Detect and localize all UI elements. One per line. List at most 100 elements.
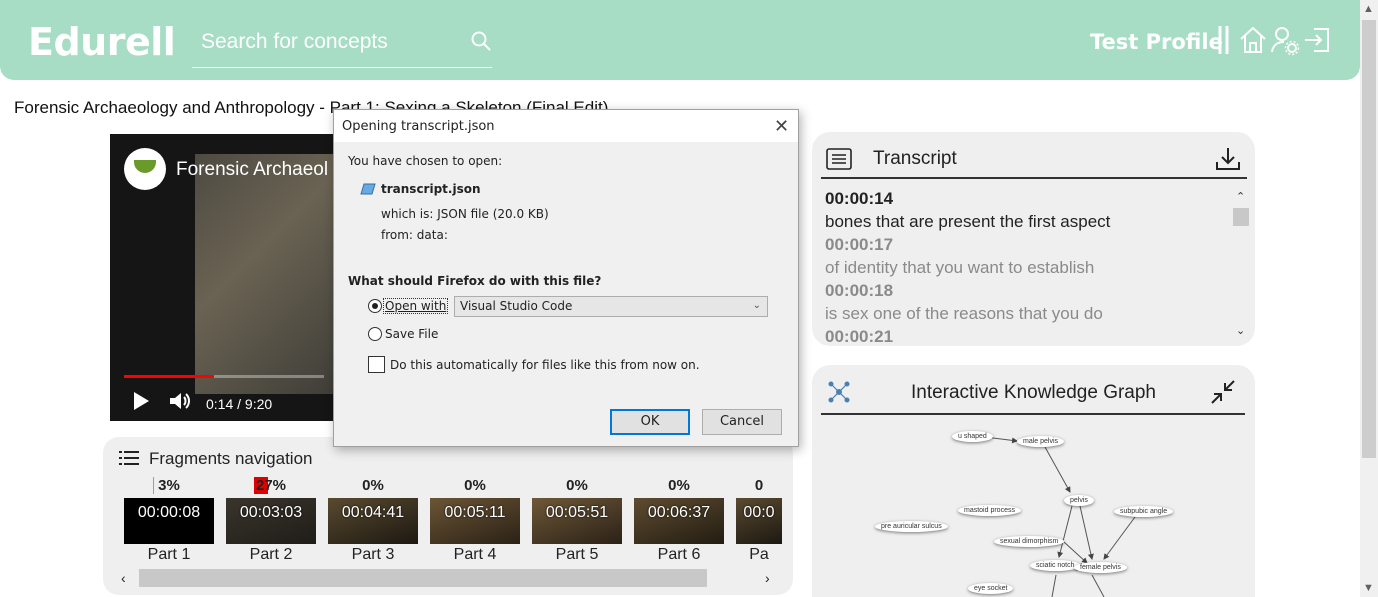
profile-name[interactable]: Test Profile [1090,30,1223,54]
dialog-file-type: which is: JSON file (20.0 KB) [381,207,549,221]
fragment-label: Part 5 [555,546,599,563]
fragment-time: 00:06:37 [647,504,711,521]
open-with-app-value: Visual Studio Code [460,299,573,313]
open-with-app-select[interactable]: Visual Studio Code ⌄ [454,296,768,317]
dialog-question: What should Firefox do with this file? [348,274,602,288]
fragment-label: Part 6 [657,546,701,563]
chevron-up-icon[interactable]: ⌃ [1236,190,1245,203]
open-with-radio[interactable] [368,299,382,313]
save-file-radio[interactable] [368,327,382,341]
fragment-thumbnail[interactable]: 00:06:37 [634,498,724,544]
fragment-percent: 3% [124,477,214,494]
video-player[interactable]: Forensic Archaeol 0:14 / 9:20 [110,134,342,421]
search-input[interactable]: Search for concepts [201,30,388,54]
fragment-percent: 0 [754,477,764,494]
fragment-thumbnail[interactable]: 00:00:08 [124,498,214,544]
transcript-timestamp[interactable]: 00:00:17 [825,235,893,255]
graph-node[interactable]: subpubic angle [1114,506,1174,517]
video-progress-fill [124,375,214,378]
graph-node[interactable]: male pelvis [1017,436,1065,447]
auto-action-label[interactable]: Do this automatically for files like thi… [390,358,700,372]
transcript-timestamp[interactable]: 00:00:14 [825,189,893,209]
page-scrollbar-thumb[interactable] [1362,20,1376,458]
graph-node[interactable]: pelvis [1064,495,1094,506]
chevron-down-icon[interactable]: ⌄ [753,300,761,311]
transcript-text: bones that are present the first aspect [825,212,1111,231]
fragment-label: Pa [749,546,769,563]
graph-node[interactable]: mastoid process [958,505,1021,516]
video-time: 0:14 / 9:20 [206,396,273,412]
fragment-time: 00:00:08 [137,504,201,521]
fragment-thumbnail[interactable]: 00:05:11 [430,498,520,544]
fragments-title: Fragments navigation [149,449,313,468]
transcript-text: is sex one of the reasons that you do [825,304,1103,323]
video-overlay-title[interactable]: Forensic Archaeol [176,159,328,181]
page-scrollbar[interactable]: ▲ ▼ [1360,0,1378,597]
dialog-titlebar[interactable]: Opening transcript.json ✕ [334,110,798,142]
fragment-time: 00:05:11 [444,504,506,521]
dialog-title: Opening transcript.json [342,119,495,134]
fragment-time: 00:0 [743,504,775,521]
graph-node[interactable]: eye socket [968,583,1014,594]
close-icon[interactable]: ✕ [774,116,789,137]
fragments-scrollbar[interactable]: ‹ › [117,569,773,587]
fragment-percent: 0% [566,477,588,494]
graph-node[interactable]: sexual dimorphism [994,536,1065,547]
list-icon [119,451,139,465]
graph-node[interactable]: female pelvis [1074,562,1127,573]
knowledge-graph-panel: Interactive Knowledge Graph u shaped mal… [812,365,1255,597]
home-icon[interactable] [1238,24,1268,56]
fragment-percent: 27% [226,477,316,494]
fragments-scrollbar-thumb[interactable] [139,569,707,587]
cancel-button[interactable]: Cancel [702,409,782,435]
search-box[interactable]: Search for concepts [192,22,492,68]
open-file-dialog: Opening transcript.json ✕ You have chose… [333,109,799,447]
channel-logo[interactable] [124,148,166,190]
ok-button[interactable]: OK [610,409,690,435]
graph-node[interactable]: sciatic notch [1030,560,1081,571]
app-logo[interactable]: Edurell [28,20,176,64]
transcript-scrollbar-thumb[interactable] [1233,208,1249,226]
fragment-time: 00:03:03 [239,504,303,521]
scroll-left-icon[interactable]: ‹ [121,570,126,586]
fragment-time: 00:05:51 [545,504,609,521]
download-icon[interactable] [1214,146,1242,172]
fragment-thumbnail[interactable]: 00:04:41 [328,498,418,544]
edurell-page: Edurell Search for concepts Test Profile [0,0,1378,597]
fragment-percent: 0% [362,477,384,494]
open-with-label[interactable]: Open with [382,298,449,314]
transcript-text: of identity that you want to establish [825,258,1095,277]
chevron-down-icon[interactable]: ⌄ [1236,324,1245,337]
fragment-thumbnail[interactable]: 00:05:51 [532,498,622,544]
transcript-divider [821,177,1247,179]
scroll-up-icon[interactable]: ▲ [1363,3,1374,15]
logout-icon[interactable] [1302,24,1332,56]
scroll-down-icon[interactable]: ▼ [1363,582,1374,594]
user-settings-icon[interactable] [1270,24,1300,56]
transcript-scrollbar[interactable]: ⌃ ⌄ [1233,188,1249,340]
dialog-file-source: from: data: [381,228,448,242]
graph-node[interactable]: u shaped [952,431,993,442]
transcript-timestamp[interactable]: 00:00:21 [825,327,893,346]
divider-icon [1218,26,1229,54]
video-progress-bar[interactable] [124,375,324,378]
fragment-thumbnail[interactable]: 00:03:03 [226,498,316,544]
auto-action-checkbox[interactable] [368,356,385,373]
search-icon[interactable] [470,30,492,52]
file-icon [360,183,376,195]
dialog-filename: transcript.json [381,182,481,196]
knowledge-graph-canvas[interactable]: u shaped male pelvis pelvis subpubic ang… [812,415,1255,597]
save-file-label[interactable]: Save File [385,327,438,341]
fragments-panel: Fragments navigation 3% 00:00:08 Part 1 … [103,437,793,595]
play-icon[interactable] [134,392,149,410]
volume-icon[interactable] [168,390,192,412]
graph-node[interactable]: pre auricular sulcus [875,521,948,532]
video-frame [195,154,342,394]
scroll-right-icon[interactable]: › [765,570,770,586]
fragment-thumbnail[interactable]: 00:0 [736,498,782,544]
transcript-icon [826,148,852,170]
collapse-icon[interactable] [1210,379,1236,405]
fragment-label: Part 4 [453,546,497,563]
fragment-percent: 0% [464,477,486,494]
transcript-timestamp[interactable]: 00:00:18 [825,281,893,301]
